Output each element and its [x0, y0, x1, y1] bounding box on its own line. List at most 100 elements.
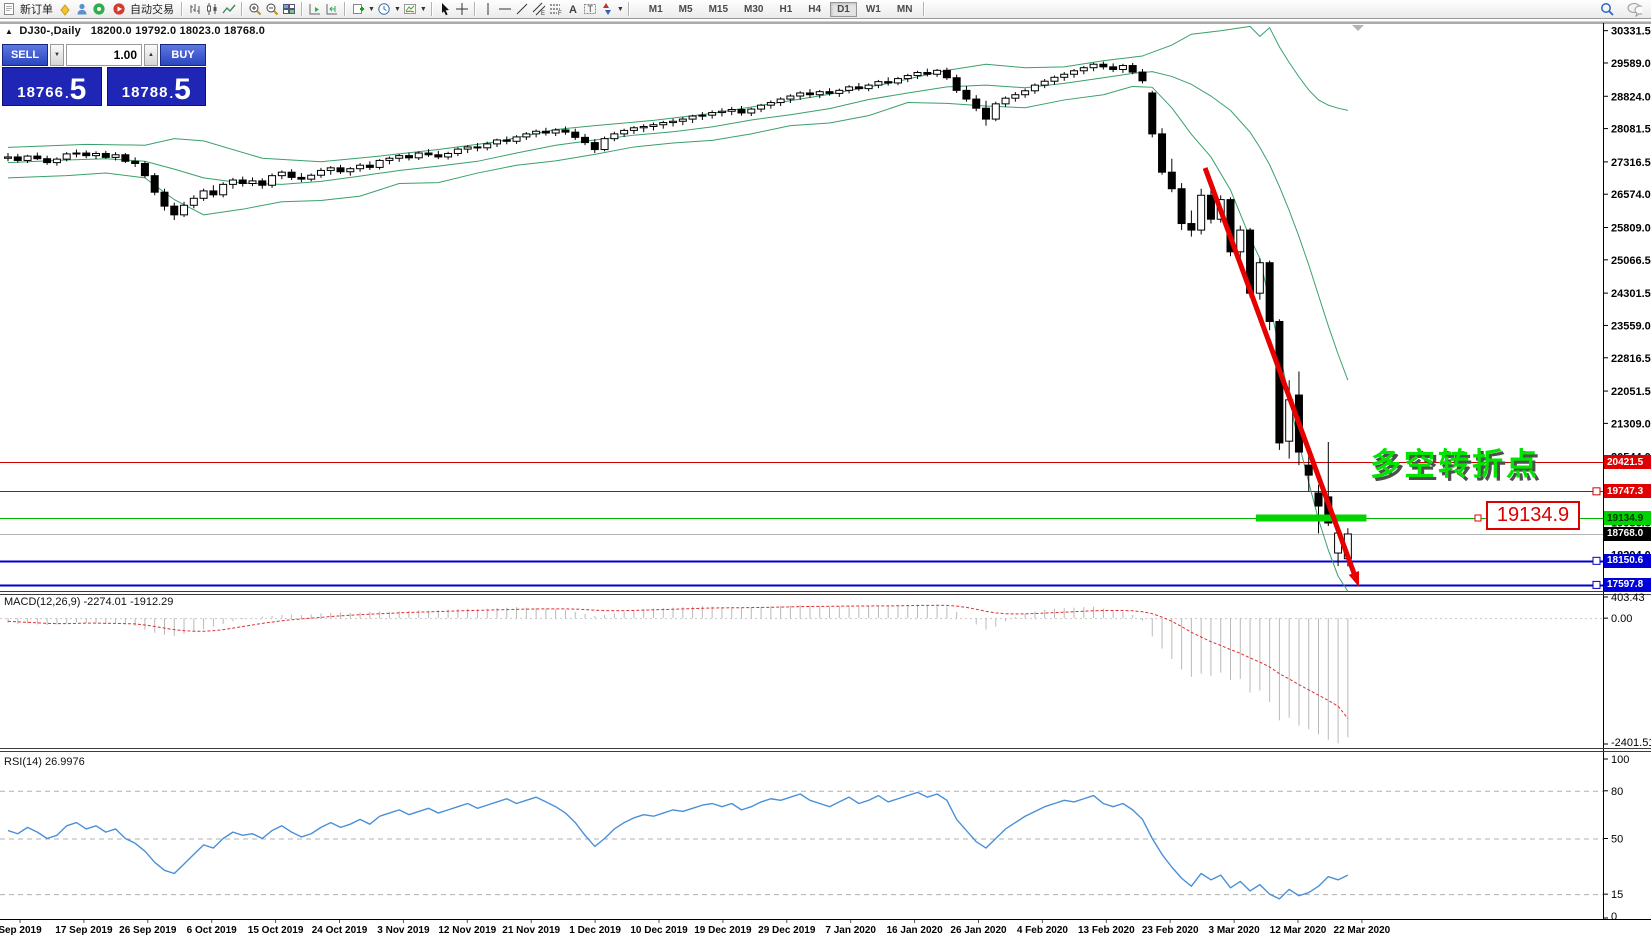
timeframe-button-H1[interactable]: H1 — [772, 2, 799, 17]
svg-text:3 Mar 2020: 3 Mar 2020 — [1209, 925, 1261, 936]
timeframe-button-H4[interactable]: H4 — [801, 2, 828, 17]
text-label-icon[interactable]: T — [582, 2, 598, 17]
svg-text:16 Jan 2020: 16 Jan 2020 — [887, 925, 944, 936]
svg-text:T: T — [587, 4, 593, 14]
svg-text:E: E — [541, 11, 545, 16]
svg-text:10 Dec 2019: 10 Dec 2019 — [630, 925, 688, 936]
sell-button[interactable]: SELL — [2, 44, 48, 66]
search-icon[interactable] — [1599, 2, 1615, 17]
timeframe-button-M15[interactable]: M15 — [702, 2, 735, 17]
rsi-indicator-label: RSI(14) 26.9976 — [4, 756, 85, 768]
equidistant-channel-icon[interactable]: E — [531, 2, 547, 17]
buy-price-big-digit: 5 — [174, 78, 191, 101]
svg-text:6 Oct 2019: 6 Oct 2019 — [187, 925, 237, 936]
price-marker: 19134.9 — [1604, 511, 1651, 525]
timeframe-button-D1[interactable]: D1 — [830, 2, 857, 17]
vertical-line-icon[interactable] — [480, 2, 496, 17]
new-order-label: 新订单 — [20, 1, 53, 17]
line-chart-icon[interactable] — [221, 2, 237, 17]
chevron-down-icon[interactable]: ▼ — [420, 6, 427, 13]
macd-indicator-label: MACD(12,26,9) -2274.01 -1912.29 — [4, 596, 173, 608]
svg-text:27316.5: 27316.5 — [1611, 157, 1651, 169]
new-order-icon — [1, 2, 17, 17]
toolbar-separator — [301, 2, 303, 16]
toolbar-separator — [474, 2, 476, 16]
sell-price-display[interactable]: 18766.5 — [2, 67, 102, 106]
signals-icon[interactable] — [91, 2, 107, 17]
turning-point-annotation[interactable]: 多空转折点 — [1370, 448, 1540, 482]
buy-button[interactable]: BUY — [160, 44, 206, 66]
svg-text:25809.0: 25809.0 — [1611, 223, 1651, 235]
fibonacci-icon[interactable]: F — [548, 2, 564, 17]
chevron-down-icon: ▼ — [54, 52, 60, 58]
svg-text:Sep 2019: Sep 2019 — [0, 925, 42, 936]
volume-input[interactable] — [66, 44, 142, 66]
timeframe-button-M30[interactable]: M30 — [737, 2, 770, 17]
svg-text:F: F — [558, 11, 562, 16]
svg-text:3 Nov 2019: 3 Nov 2019 — [377, 925, 430, 936]
chevron-down-icon[interactable]: ▼ — [368, 6, 375, 13]
ohlc-values: 18200.0 19792.0 18023.0 18768.0 — [91, 25, 265, 37]
price-marker: 20421.5 — [1604, 455, 1651, 469]
arrows-icon[interactable] — [599, 2, 615, 17]
new-chart-icon[interactable] — [350, 2, 366, 17]
svg-text:13 Feb 2020: 13 Feb 2020 — [1078, 925, 1135, 936]
svg-text:22 Mar 2020: 22 Mar 2020 — [1334, 925, 1391, 936]
svg-text:19 Dec 2019: 19 Dec 2019 — [694, 925, 752, 936]
svg-text:17 Sep 2019: 17 Sep 2019 — [55, 925, 113, 936]
decimal-dot: . — [169, 86, 173, 101]
toolbar-separator — [241, 2, 243, 16]
community-icon[interactable] — [74, 2, 90, 17]
svg-text:28824.0: 28824.0 — [1611, 91, 1651, 103]
auto-trading-label: 自动交易 — [130, 1, 174, 17]
auto-scroll-icon[interactable] — [307, 2, 323, 17]
chart-shift-icon[interactable] — [324, 2, 340, 17]
svg-text:24 Oct 2019: 24 Oct 2019 — [312, 925, 368, 936]
chevron-up-icon: ▲ — [148, 52, 154, 58]
text-icon[interactable]: A — [565, 2, 581, 17]
chevron-down-icon[interactable]: ▼ — [394, 6, 401, 13]
chevron-down-icon[interactable]: ▼ — [617, 6, 624, 13]
zoom-out-icon[interactable] — [264, 2, 280, 17]
timeframe-button-W1[interactable]: W1 — [859, 2, 888, 17]
trendline-icon[interactable] — [514, 2, 530, 17]
sell-price-big-digit: 5 — [70, 78, 87, 101]
auto-trading-button[interactable]: 自动交易 — [108, 1, 177, 18]
buy-price-main: 18788 — [122, 84, 169, 101]
price-tag-annotation[interactable]: 19134.9 — [1486, 501, 1580, 530]
metaquotes-icon[interactable] — [57, 2, 73, 17]
price-marker: 19747.3 — [1604, 484, 1651, 498]
chat-icon[interactable] — [1626, 2, 1642, 17]
svg-text:7 Jan 2020: 7 Jan 2020 — [825, 925, 876, 936]
timeframe-button-M5[interactable]: M5 — [672, 2, 700, 17]
svg-text:A: A — [569, 4, 577, 16]
indicators-icon[interactable] — [402, 2, 418, 17]
toolbar-separator — [431, 2, 433, 16]
timeframe-button-M1[interactable]: M1 — [642, 2, 670, 17]
periods-icon[interactable] — [376, 2, 392, 17]
bar-chart-icon[interactable] — [187, 2, 203, 17]
svg-text:26 Sep 2019: 26 Sep 2019 — [119, 925, 177, 936]
cursor-icon[interactable] — [437, 2, 453, 17]
price-marker: 17597.8 — [1604, 578, 1651, 592]
volume-up-button[interactable]: ▲ — [144, 44, 158, 66]
chart-ohlc-header: ▲ DJ30-,Daily 18200.0 19792.0 18023.0 18… — [5, 25, 265, 37]
symbol-period-label: DJ30-,Daily — [19, 25, 81, 37]
svg-text:30331.5: 30331.5 — [1611, 26, 1651, 38]
timeframe-button-MN[interactable]: MN — [890, 2, 920, 17]
volume-down-button[interactable]: ▼ — [50, 44, 64, 66]
zoom-in-icon[interactable] — [247, 2, 263, 17]
tile-windows-icon[interactable] — [281, 2, 297, 17]
auto-trading-icon — [111, 2, 127, 17]
one-click-trading-panel: SELL ▼ ▲ BUY 18766.5 18788.5 — [2, 44, 206, 106]
svg-text:23 Feb 2020: 23 Feb 2020 — [1142, 925, 1199, 936]
horizontal-line-icon[interactable] — [497, 2, 513, 17]
svg-text:100: 100 — [1611, 754, 1629, 766]
svg-text:29 Dec 2019: 29 Dec 2019 — [758, 925, 816, 936]
crosshair-icon[interactable] — [454, 2, 470, 17]
candle-chart-icon[interactable] — [204, 2, 220, 17]
new-order-button[interactable]: 新订单 — [0, 1, 56, 18]
buy-price-display[interactable]: 18788.5 — [107, 67, 207, 106]
svg-text:26574.0: 26574.0 — [1611, 189, 1651, 201]
svg-text:0: 0 — [1611, 911, 1617, 923]
